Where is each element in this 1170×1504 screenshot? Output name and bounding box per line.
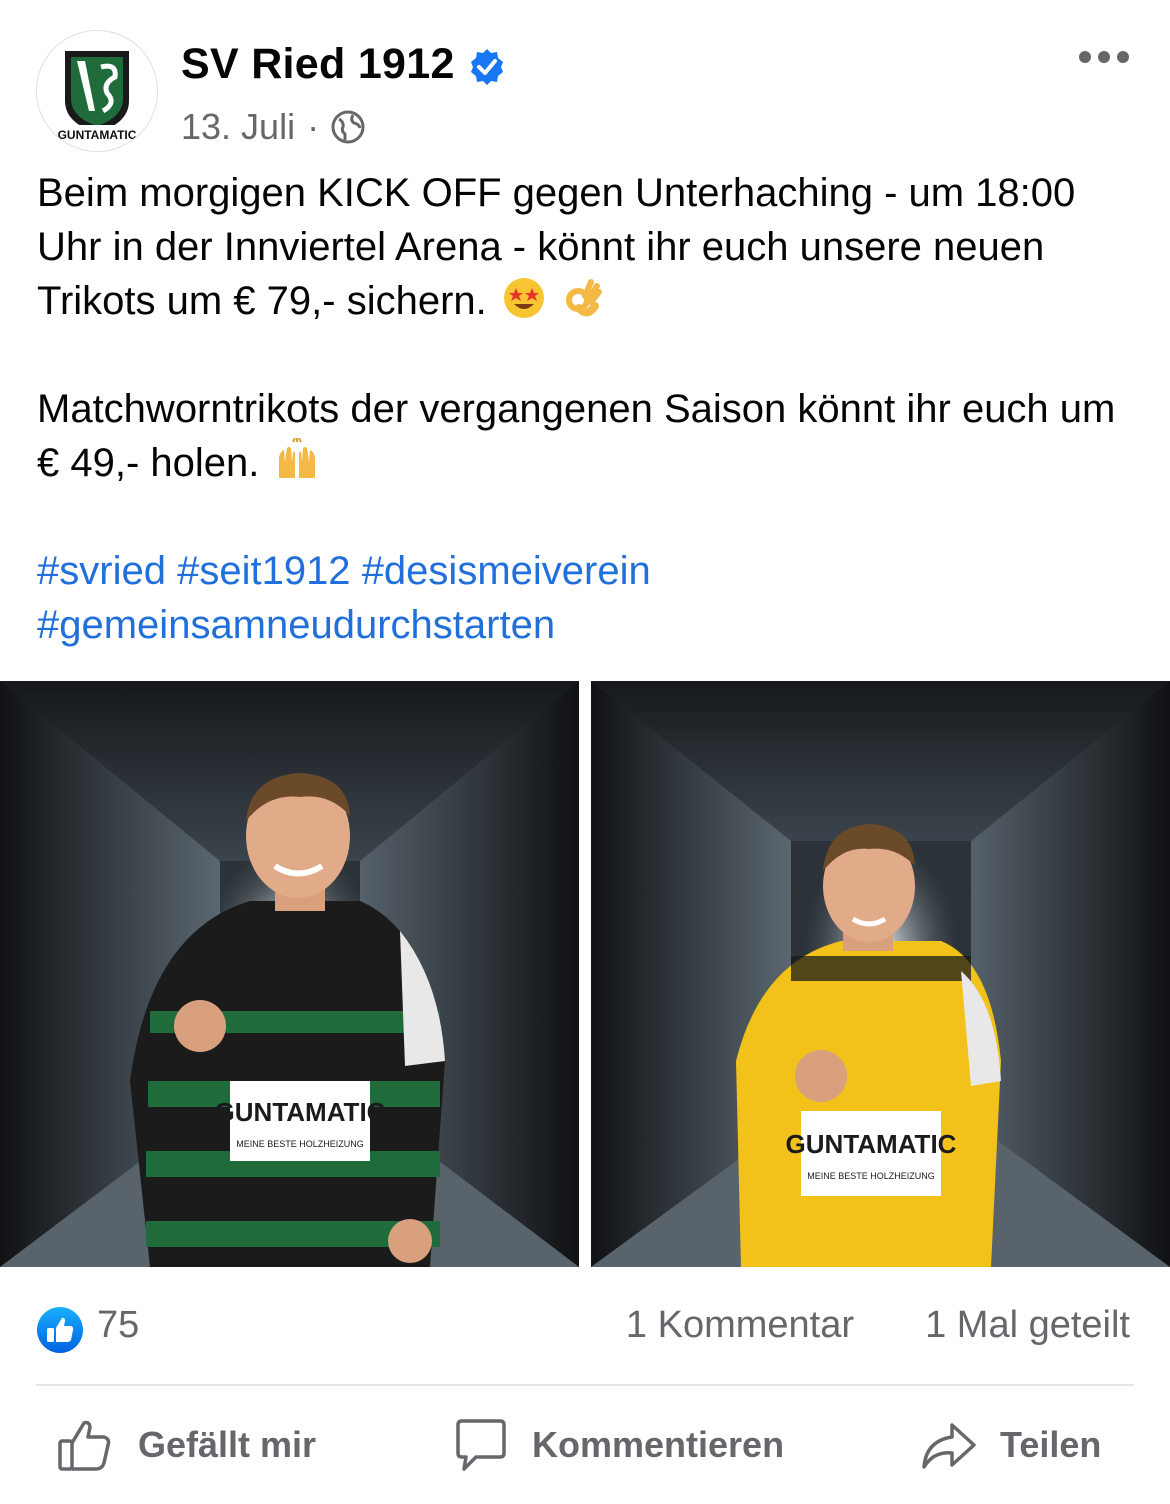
ok-hand-emoji	[566, 279, 603, 317]
divider	[36, 1384, 1134, 1386]
share-button[interactable]: Teilen	[918, 1395, 1101, 1495]
post-header: GUNTAMATIC SV Ried 1912 13. Juli ·	[0, 0, 1170, 160]
share-arrow-icon	[922, 1423, 976, 1469]
star-struck-emoji	[503, 278, 544, 318]
jersey-sponsor-text: GUNTAMATIC	[215, 1097, 386, 1127]
like-reaction-icon[interactable]	[36, 1306, 84, 1354]
post-text: Beim morgigen KICK OFF gegen Unterhachin…	[37, 166, 1137, 652]
verified-badge-icon	[471, 49, 503, 85]
hashtag-link[interactable]: #seit1912	[177, 549, 350, 593]
meta-separator: ·	[307, 106, 320, 147]
thumbs-up-icon	[58, 1420, 111, 1471]
photo-image: GUNTAMATIC MEINE BESTE HOLZHEIZUNG	[591, 681, 1170, 1267]
post-date[interactable]: 13. Juli	[181, 106, 295, 148]
share-button-label: Teilen	[1000, 1424, 1102, 1465]
page-avatar[interactable]: GUNTAMATIC	[36, 30, 158, 152]
photo-image: GUNTAMATIC MEINE BESTE HOLZHEIZUNG	[0, 681, 579, 1267]
hashtag-link[interactable]: #desismeiverein	[362, 549, 651, 593]
action-bar: Gefällt mir Kommentieren Teilen	[0, 1395, 1170, 1495]
more-options-icon[interactable]	[1078, 50, 1130, 64]
hashtags: #svried #seit1912 #desismeiverein #gemei…	[37, 544, 1137, 652]
photo-yellow-jersey[interactable]: GUNTAMATIC MEINE BESTE HOLZHEIZUNG	[591, 681, 1170, 1267]
comment-button-label: Kommentieren	[532, 1424, 785, 1465]
jersey-tagline-text: MEINE BESTE HOLZHEIZUNG	[807, 1171, 935, 1181]
hashtag-link[interactable]: #svried	[37, 549, 166, 593]
jersey-sponsor-text: GUNTAMATIC	[786, 1129, 957, 1159]
globe-icon	[331, 110, 365, 144]
avatar-logo-text: GUNTAMATIC	[58, 128, 137, 142]
post-paragraph-2-text: Matchworntrikots der vergangenen Saison …	[37, 387, 1116, 485]
like-button[interactable]: Gefällt mir	[56, 1395, 316, 1495]
comment-bubble-icon	[456, 1419, 506, 1471]
post-paragraph-1-text: Beim morgigen KICK OFF gegen Unterhachin…	[37, 171, 1076, 323]
post-paragraph-2: Matchworntrikots der vergangenen Saison …	[37, 382, 1137, 490]
post-paragraph-1: Beim morgigen KICK OFF gegen Unterhachin…	[37, 166, 1137, 328]
page-name[interactable]: SV Ried 1912	[181, 40, 455, 89]
post-meta: 13. Juli ·	[181, 106, 365, 148]
comment-button[interactable]: Kommentieren	[450, 1395, 784, 1495]
like-button-label: Gefällt mir	[138, 1424, 317, 1465]
photo-grid: GUNTAMATIC MEINE BESTE HOLZHEIZUNG GUNTA…	[0, 681, 1170, 1267]
raising-hands-emoji	[278, 438, 315, 478]
photo-green-jersey[interactable]: GUNTAMATIC MEINE BESTE HOLZHEIZUNG	[0, 681, 579, 1267]
shares-count[interactable]: 1 Mal geteilt	[925, 1304, 1130, 1347]
reaction-stats: 75 1 Kommentar 1 Mal geteilt	[0, 1290, 1170, 1370]
comments-count[interactable]: 1 Kommentar	[626, 1304, 854, 1347]
like-count[interactable]: 75	[97, 1304, 139, 1347]
sv-ried-logo-icon: GUNTAMATIC	[37, 31, 157, 151]
hashtag-link[interactable]: #gemeinsamneudurchstarten	[37, 603, 555, 647]
jersey-tagline-text: MEINE BESTE HOLZHEIZUNG	[236, 1139, 364, 1149]
